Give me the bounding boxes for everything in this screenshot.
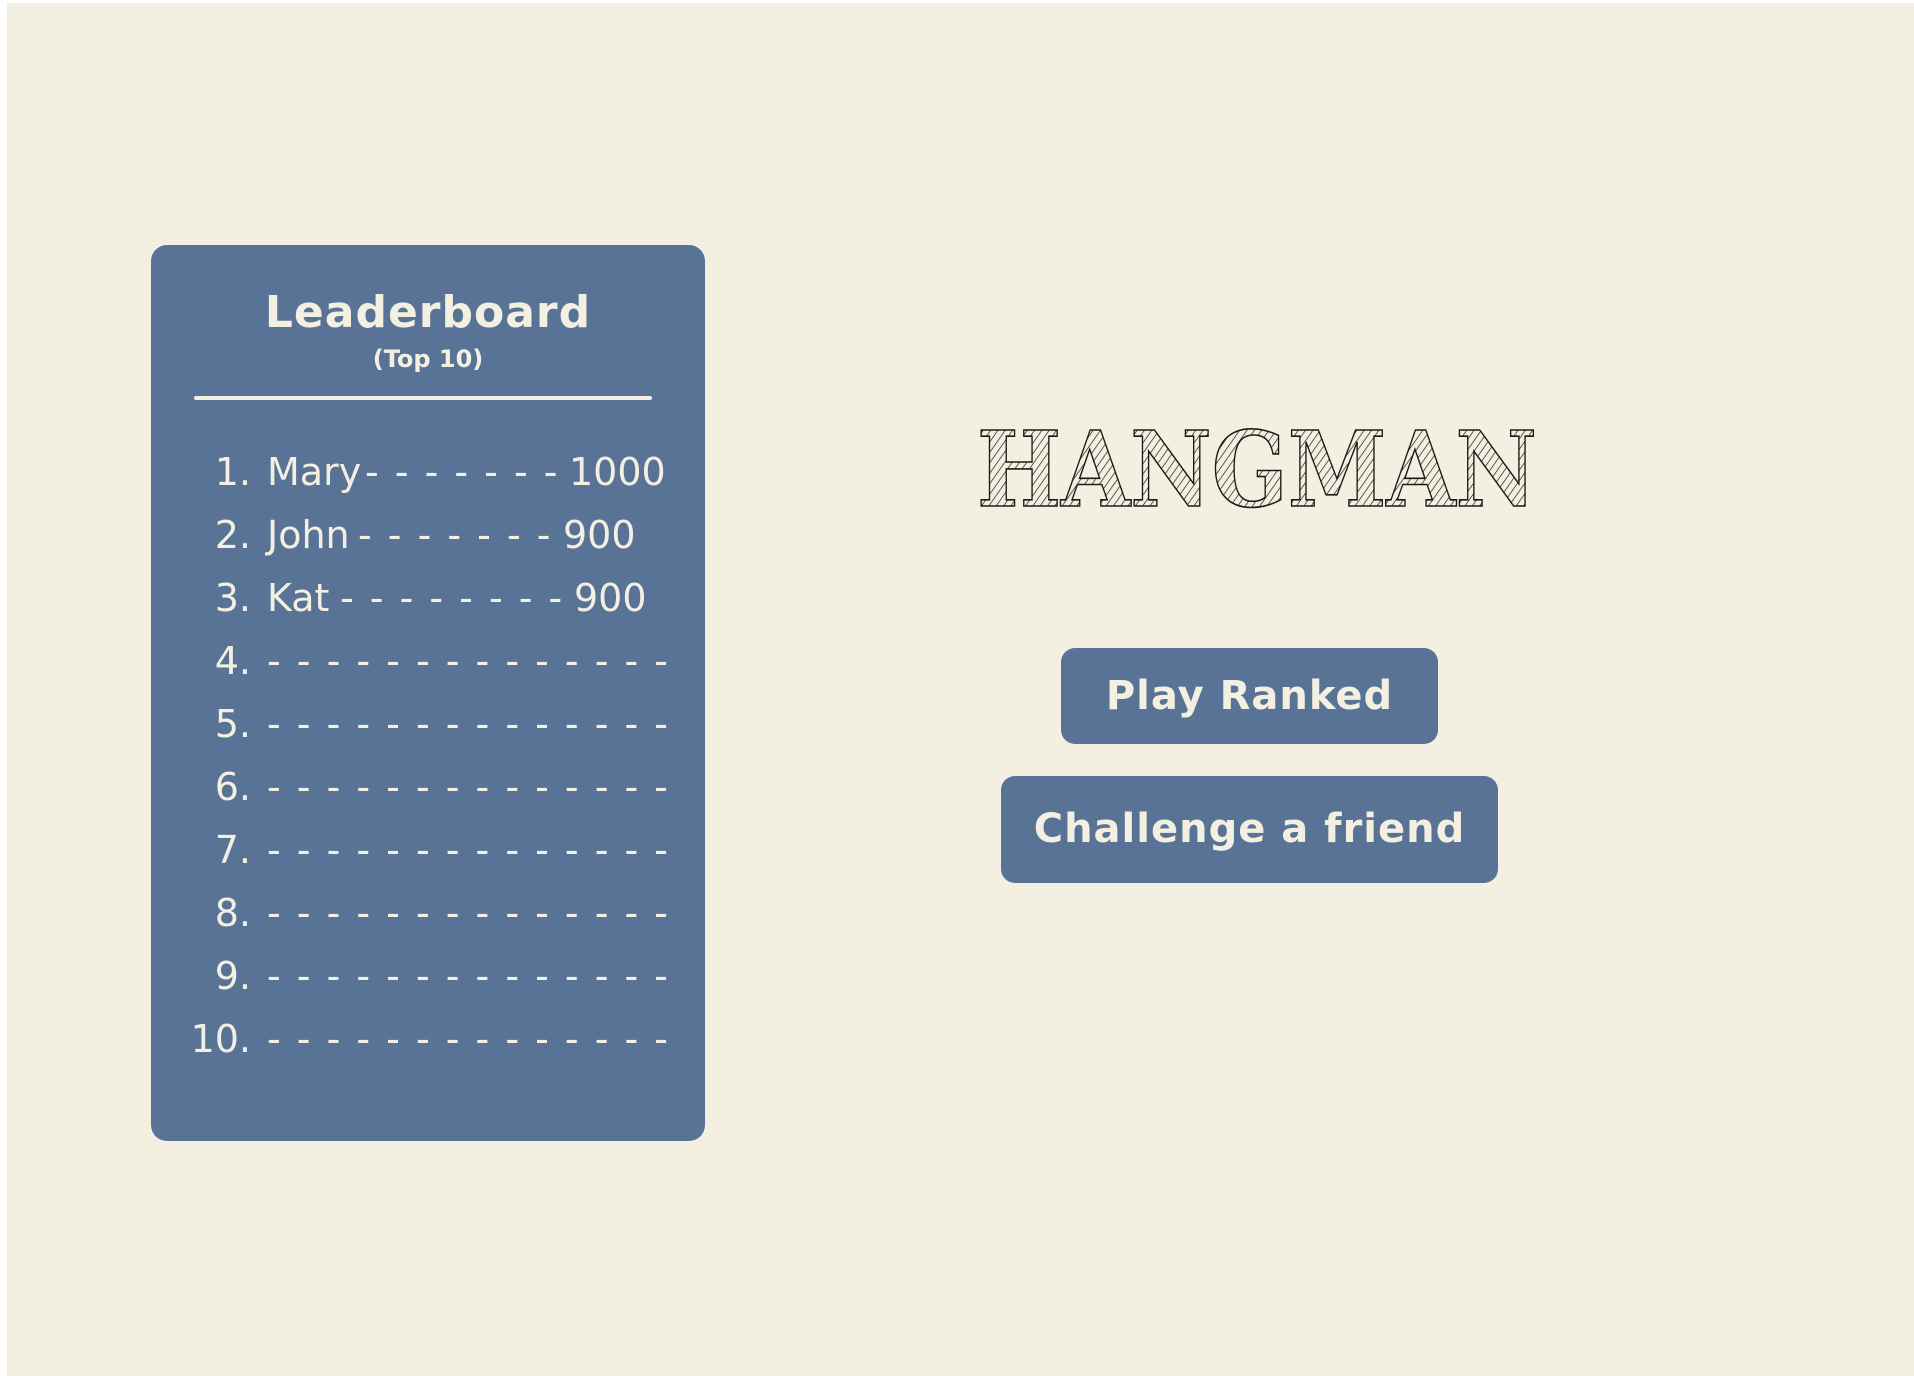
leaderboard-dashes: - - - - - - - - [340, 576, 565, 620]
leaderboard-panel: Leaderboard (Top 10) 1. Mary - - - - - - -… [151, 245, 705, 1141]
leaderboard-dashes: - - - - - - - [358, 513, 553, 557]
game-title-text: HANGMAN [977, 411, 1537, 521]
game-title: HANGMAN [967, 411, 1547, 521]
leaderboard-rank: 1. [214, 450, 251, 494]
game-title-logo: HANGMAN [976, 411, 1538, 521]
leaderboard-rank: 7. [214, 828, 251, 872]
leaderboard-rank: 8. [214, 891, 251, 935]
leaderboard-rank: 2. [214, 513, 251, 557]
play-ranked-button[interactable]: Play Ranked [1061, 648, 1438, 744]
leaderboard-row: 7. - - - - - - - - - - - - - - [151, 819, 705, 882]
leaderboard-list: 1. Mary - - - - - - -1000 2. John - - - - - -… [151, 441, 705, 1071]
leaderboard-player-name: Mary [267, 450, 362, 494]
leaderboard-row: 4. - - - - - - - - - - - - - - [151, 630, 705, 693]
challenge-friend-button[interactable]: Challenge a friend [1001, 776, 1498, 883]
leaderboard-rank: 9. [214, 954, 251, 998]
leaderboard-row: 9. - - - - - - - - - - - - - - [151, 945, 705, 1008]
leaderboard-score: 900 [574, 576, 647, 620]
leaderboard-player-name: Kat [267, 576, 330, 620]
leaderboard-rank: 5. [214, 702, 251, 746]
leaderboard-row: 10. - - - - - - - - - - - - - - [151, 1008, 705, 1071]
leaderboard-rank: 4. [214, 639, 251, 683]
leaderboard-score: 1000 [569, 450, 666, 494]
leaderboard-dashes: - - - - - - - - - - - - - - [267, 639, 670, 683]
leaderboard-dashes: - - - - - - - - - - - - - - [267, 1017, 670, 1061]
leaderboard-row: 2. John - - - - - - -900 [151, 504, 705, 567]
leaderboard-subtitle: (Top 10) [372, 345, 484, 373]
leaderboard-row: 1. Mary - - - - - - -1000 [151, 441, 705, 504]
leaderboard-dashes: - - - - - - - - - - - - - - [267, 954, 670, 998]
leaderboard-dashes: - - - - - - - - - - - - - - [267, 891, 670, 935]
leaderboard-rank: 10. [190, 1017, 251, 1061]
leaderboard-divider [194, 396, 652, 400]
leaderboard-dashes: - - - - - - - - - - - - - - [267, 702, 670, 746]
leaderboard-dashes: - - - - - - - - - - - - - - [267, 828, 670, 872]
leaderboard-row: 5. - - - - - - - - - - - - - - [151, 693, 705, 756]
leaderboard-rank: 6. [214, 765, 251, 809]
main-screen: Leaderboard (Top 10) 1. Mary - - - - - - -… [7, 3, 1914, 1376]
leaderboard-row: 3. Kat - - - - - - - -900 [151, 567, 705, 630]
leaderboard-score: 900 [563, 513, 636, 557]
leaderboard-row: 6. - - - - - - - - - - - - - - [151, 756, 705, 819]
leaderboard-title: Leaderboard [264, 287, 592, 338]
leaderboard-dashes: - - - - - - - [365, 450, 560, 494]
leaderboard-dashes: - - - - - - - - - - - - - - [267, 765, 670, 809]
leaderboard-row: 8. - - - - - - - - - - - - - - [151, 882, 705, 945]
leaderboard-player-name: John [267, 513, 350, 557]
leaderboard-rank: 3. [214, 576, 251, 620]
